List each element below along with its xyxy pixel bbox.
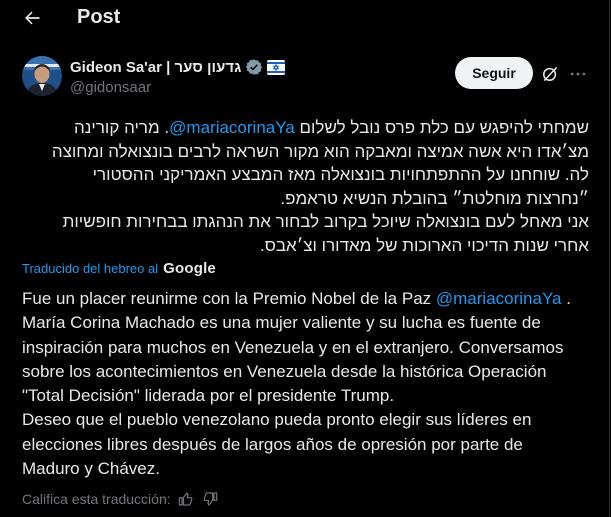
post-text-original: שמחתי להיפגש עם כלת פרס נובל לשלום @mari… bbox=[18, 116, 589, 257]
thumbs-down-icon bbox=[203, 492, 217, 506]
israel-flag-icon bbox=[267, 59, 286, 75]
mention-link[interactable]: @mariacorinaYa bbox=[436, 289, 562, 308]
post-line: מצ׳אדו היא אשה אמיצה ומאבקה הוא מקור השר… bbox=[51, 141, 589, 161]
post-line: אני מאחל לעם בונצואלה שיוכל בקרוב לבחור … bbox=[62, 212, 589, 231]
grok-icon bbox=[543, 66, 558, 82]
author-name[interactable]: Gideon Sa'ar | גדעון סער bbox=[70, 59, 241, 76]
post-line: שמחתי להיפגש עם כלת פרס נובל לשלום @mari… bbox=[74, 118, 589, 137]
avatar-image bbox=[22, 56, 62, 96]
grok-button[interactable] bbox=[538, 62, 562, 86]
page-title: Post bbox=[77, 6, 121, 28]
post-line: אחרי שנות הדיכוי הארוכות של מאדורו וצ׳אב… bbox=[260, 235, 589, 255]
translation-line: María Corina Machado es una mujer valien… bbox=[22, 313, 541, 333]
post-line: ״נחרצות מוחלטת״ בהובלת הנשיא טראמפ. bbox=[280, 188, 589, 208]
author-handle[interactable]: @gidonsaar bbox=[70, 79, 151, 96]
post-text-translation: Fue un placer reunirme con la Premio Nob… bbox=[22, 287, 592, 481]
translation-line: Fue un placer reunirme con la Premio Nob… bbox=[22, 289, 571, 308]
more-icon bbox=[570, 72, 586, 76]
translation-line: "Total Decisión" liderada por el preside… bbox=[22, 386, 395, 406]
post-line: לה. שוחחנו על ההתפתחויות בונצואלה מאז המ… bbox=[92, 165, 589, 184]
translation-source-link[interactable]: Traducido del hebreo al Google bbox=[22, 260, 216, 277]
thumbs-down-button[interactable] bbox=[201, 490, 219, 508]
top-bar: Post bbox=[0, 0, 610, 38]
follow-button[interactable]: Seguir bbox=[455, 57, 533, 89]
thumbs-up-button[interactable] bbox=[177, 490, 195, 508]
post-detail-view: Post Gideon Sa'ar | גדעון סער @gidonsaar… bbox=[0, 0, 610, 517]
verified-badge-icon bbox=[246, 59, 263, 75]
mention-link[interactable]: @mariacorinaYa bbox=[169, 118, 295, 137]
translation-line: inspiración para muchos en Venezuela y e… bbox=[22, 337, 564, 357]
thumbs-up-icon bbox=[178, 492, 192, 506]
author-name-row[interactable]: Gideon Sa'ar | גדעון סער bbox=[70, 58, 286, 76]
rate-translation: Califica esta traducción: bbox=[22, 490, 219, 508]
more-options-button[interactable] bbox=[566, 62, 590, 86]
translated-label: Traducido del hebreo al bbox=[22, 261, 159, 276]
translation-line: Deseo que el pueblo venezolano pueda pro… bbox=[22, 410, 532, 430]
translation-line: elecciones libres después de largos años… bbox=[22, 434, 523, 454]
rate-translation-label: Califica esta traducción: bbox=[22, 491, 171, 507]
back-button[interactable] bbox=[16, 4, 48, 32]
translation-line: sobre los acontecimientos en Venezuela d… bbox=[22, 361, 547, 381]
translation-line: Maduro y Chávez. bbox=[22, 459, 160, 479]
google-logo: Google bbox=[163, 260, 216, 277]
arrow-left-icon bbox=[25, 11, 40, 25]
avatar[interactable] bbox=[22, 56, 62, 96]
